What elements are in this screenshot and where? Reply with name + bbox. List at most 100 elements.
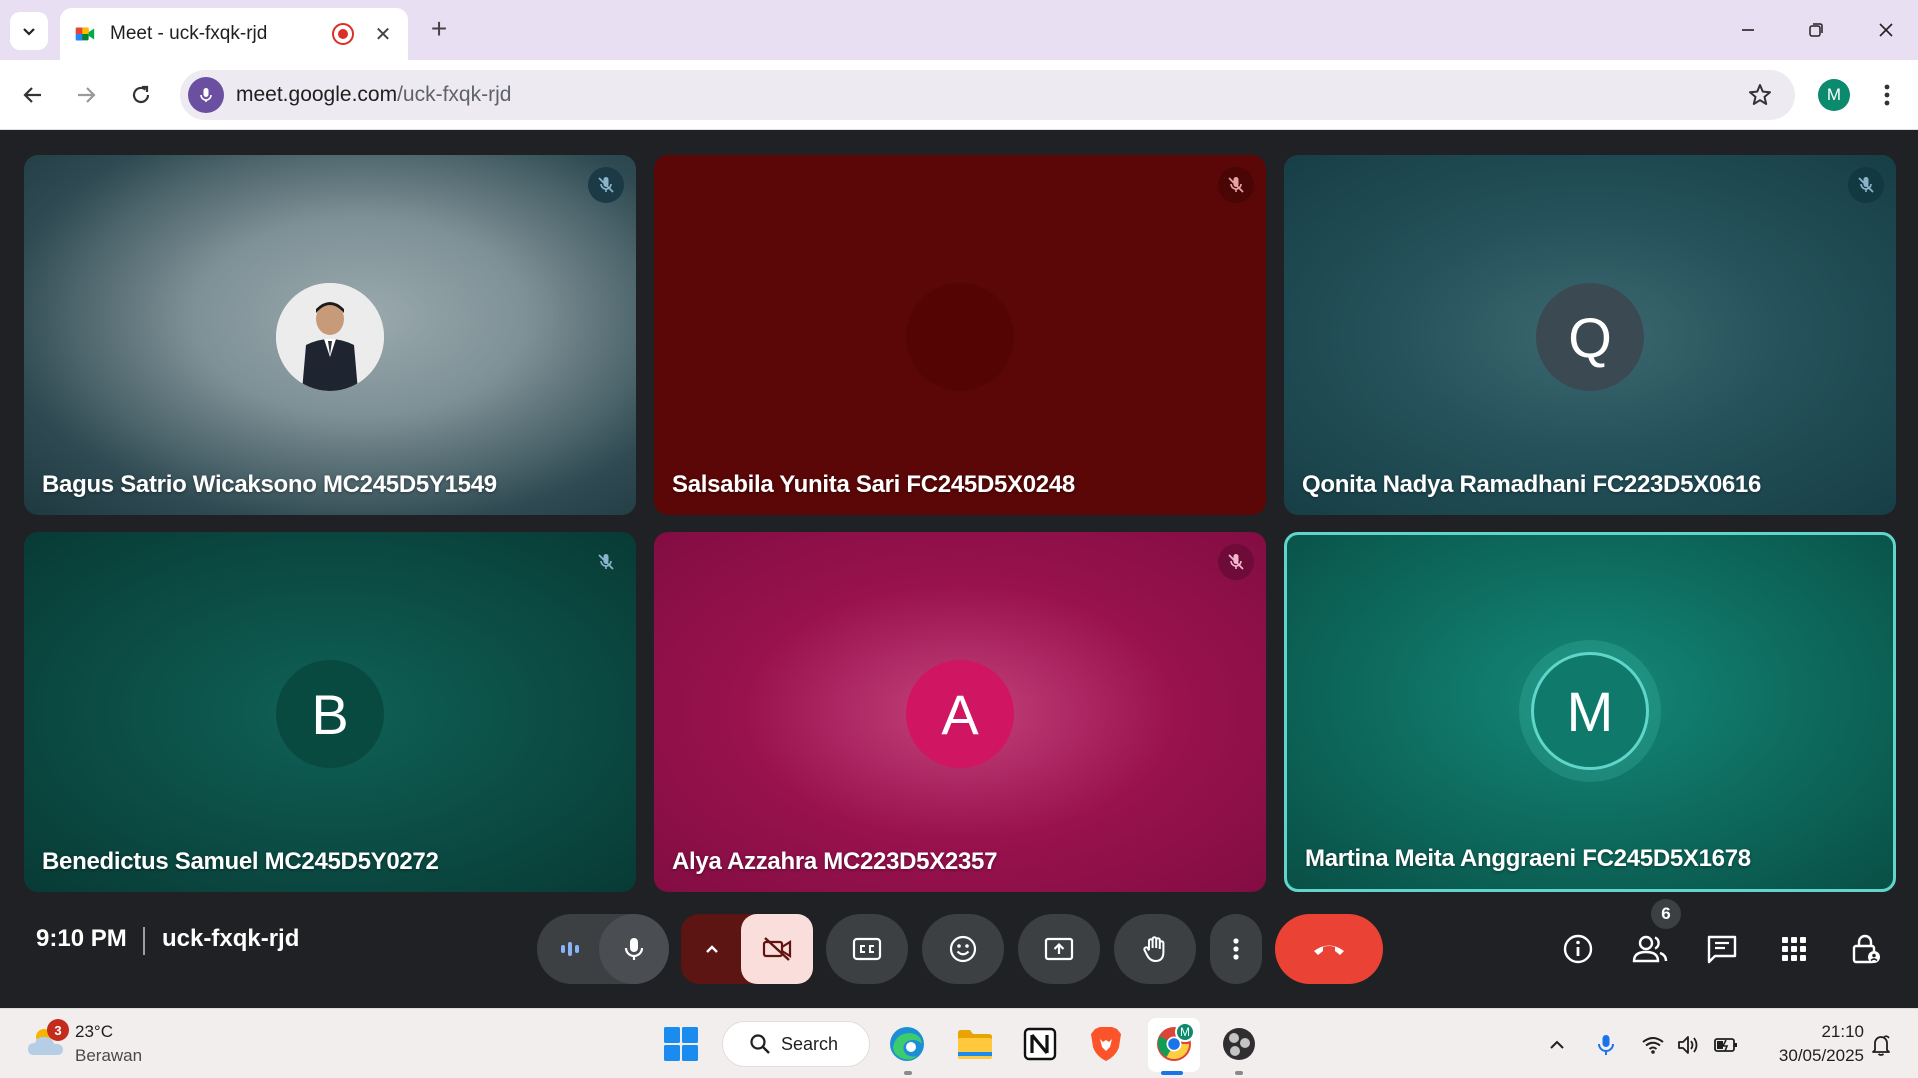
notion-icon xyxy=(1023,1027,1057,1061)
recording-icon xyxy=(332,23,354,45)
host-controls-button[interactable] xyxy=(1841,924,1891,974)
emoji-icon xyxy=(949,935,977,963)
close-tab-icon[interactable]: ✕ xyxy=(372,22,394,47)
running-indicator-active xyxy=(1161,1071,1183,1075)
url-host: meet.google.com xyxy=(236,83,398,106)
show-hidden-icons-button[interactable] xyxy=(1543,1031,1571,1059)
camera-options-button[interactable] xyxy=(681,914,743,984)
url-path: /uck-fxqk-rjd xyxy=(397,83,512,106)
browser-tab-meet[interactable]: Meet - uck-fxqk-rjd ✕ xyxy=(60,8,408,60)
back-button[interactable] xyxy=(14,76,52,114)
edge-app[interactable] xyxy=(886,1023,928,1065)
weather-description[interactable]: Berawan xyxy=(75,1046,142,1066)
participant-name: Bagus Satrio Wicaksono MC245D5Y1549 xyxy=(42,471,497,498)
bookmark-star-icon[interactable] xyxy=(1747,82,1773,113)
start-button[interactable] xyxy=(660,1023,702,1065)
participant-tile-active-speaker[interactable]: M Martina Meita Anggraeni FC245D5X1678 xyxy=(1284,532,1896,892)
participant-count-badge: 6 xyxy=(1651,899,1681,929)
participant-name: Qonita Nadya Ramadhani FC223D5X0616 xyxy=(1302,471,1762,498)
taskbar-search[interactable]: Search xyxy=(723,1022,869,1066)
obs-icon xyxy=(1223,1028,1255,1060)
camera-control-group xyxy=(681,914,813,984)
participant-tile[interactable]: A Alya Azzahra MC223D5X2357 xyxy=(654,532,1266,892)
minimize-button[interactable] xyxy=(1728,10,1768,50)
address-bar[interactable]: meet.google.com/uck-fxqk-rjd xyxy=(180,70,1795,120)
captions-button[interactable] xyxy=(826,914,908,984)
google-meet-icon xyxy=(75,27,95,41)
mic-off-icon xyxy=(1218,544,1254,580)
browser-tab-strip: Meet - uck-fxqk-rjd ✕ + xyxy=(0,0,1918,60)
profile-avatar[interactable]: M xyxy=(1818,79,1850,111)
microphone-tray-icon[interactable] xyxy=(1592,1031,1620,1059)
clock-time[interactable]: 21:10 xyxy=(1782,1022,1864,1042)
raise-hand-button[interactable] xyxy=(1114,914,1196,984)
more-vertical-icon xyxy=(1884,84,1890,106)
obs-app[interactable] xyxy=(1218,1023,1260,1065)
folder-icon xyxy=(958,1030,992,1059)
hand-icon xyxy=(1143,936,1165,962)
search-label: Search xyxy=(781,1033,839,1054)
battery-charging-icon[interactable] xyxy=(1712,1031,1740,1059)
reload-icon xyxy=(132,85,150,104)
temperature[interactable]: 23°C xyxy=(75,1022,113,1042)
audio-level-icon[interactable] xyxy=(537,914,603,984)
browser-toolbar: meet.google.com/uck-fxqk-rjd M xyxy=(0,60,1918,130)
close-window-button[interactable] xyxy=(1866,10,1906,50)
reactions-button[interactable] xyxy=(922,914,1004,984)
divider xyxy=(143,927,145,955)
participant-name: Benedictus Samuel MC245D5Y0272 xyxy=(42,848,439,875)
new-tab-button[interactable]: + xyxy=(424,14,454,44)
tab-search-button[interactable] xyxy=(10,12,48,50)
present-screen-button[interactable] xyxy=(1018,914,1100,984)
camera-button[interactable] xyxy=(741,914,813,984)
participant-tile[interactable]: B Benedictus Samuel MC245D5Y0272 xyxy=(24,532,636,892)
chevron-up-icon xyxy=(1550,1040,1564,1049)
volume-icon[interactable] xyxy=(1675,1031,1703,1059)
file-explorer-app[interactable] xyxy=(954,1023,996,1065)
mic-off-icon xyxy=(1848,167,1884,203)
more-options-button[interactable] xyxy=(1210,914,1262,984)
edge-browser-icon xyxy=(890,1027,924,1061)
participant-photo-avatar xyxy=(276,283,384,391)
chevron-down-icon xyxy=(23,28,35,36)
activities-button[interactable] xyxy=(1769,924,1819,974)
participant-tile[interactable]: Salsabila Yunita Sari FC245D5X0248 xyxy=(654,155,1266,515)
participant-tile[interactable]: Bagus Satrio Wicaksono MC245D5Y1549 xyxy=(24,155,636,515)
reload-button[interactable] xyxy=(122,76,160,114)
leave-call-button[interactable] xyxy=(1275,914,1383,984)
meeting-time: 9:10 PM xyxy=(36,925,127,952)
arrow-left-icon xyxy=(23,87,41,103)
closed-captions-icon xyxy=(852,937,882,961)
mic-off-icon xyxy=(1218,167,1254,203)
people-icon xyxy=(1632,935,1668,963)
participant-name: Alya Azzahra MC223D5X2357 xyxy=(672,848,998,875)
wifi-icon[interactable] xyxy=(1639,1031,1667,1059)
meeting-details-button[interactable] xyxy=(1553,924,1603,974)
clock-date[interactable]: 30/05/2025 xyxy=(1760,1046,1864,1066)
notion-app[interactable] xyxy=(1019,1023,1061,1065)
notifications-icon[interactable] xyxy=(1867,1031,1895,1059)
mic-off-icon xyxy=(588,544,624,580)
chrome-profile-badge: M xyxy=(1175,1022,1195,1042)
participant-avatar: Q xyxy=(1536,283,1644,391)
participant-name: Salsabila Yunita Sari FC245D5X0248 xyxy=(672,471,1075,498)
chat-button[interactable] xyxy=(1697,924,1747,974)
forward-button[interactable] xyxy=(67,76,105,114)
restore-icon xyxy=(1809,23,1823,37)
mic-off-icon xyxy=(588,167,624,203)
participant-tile[interactable]: Q Qonita Nadya Ramadhani FC223D5X0616 xyxy=(1284,155,1896,515)
lock-person-icon xyxy=(1852,934,1880,964)
close-icon xyxy=(1879,23,1893,37)
browser-menu-button[interactable] xyxy=(1872,76,1902,114)
microphone-icon[interactable] xyxy=(188,77,224,113)
search-icon xyxy=(750,1034,770,1054)
microphone-icon xyxy=(624,938,644,960)
brave-app[interactable] xyxy=(1085,1023,1127,1065)
arrow-right-icon xyxy=(78,87,96,103)
call-end-icon xyxy=(1314,945,1344,955)
more-vertical-icon xyxy=(1233,938,1239,960)
people-button[interactable] xyxy=(1625,924,1675,974)
restore-button[interactable] xyxy=(1796,10,1836,50)
microphone-button[interactable] xyxy=(599,914,669,984)
running-indicator xyxy=(1235,1071,1243,1075)
